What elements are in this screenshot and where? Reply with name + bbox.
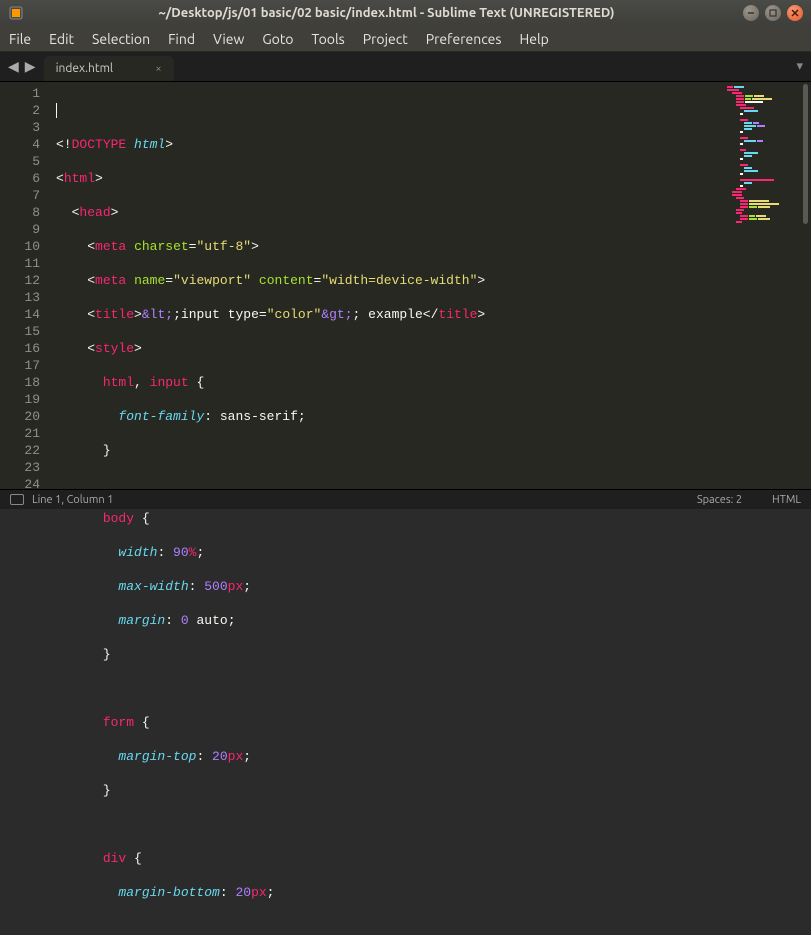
status-syntax[interactable]: HTML [772,494,801,506]
menu-find[interactable]: Find [159,31,204,47]
tab-forward-icon[interactable]: ▶ [23,56,38,77]
line-number: 22 [0,442,40,459]
line-number: 18 [0,374,40,391]
line-number: 13 [0,289,40,306]
text-cursor [56,103,57,118]
line-number: 3 [0,119,40,136]
menu-preferences[interactable]: Preferences [417,31,511,47]
app-icon [8,5,24,21]
tab-label: index.html [56,62,114,75]
line-number: 19 [0,391,40,408]
line-number: 12 [0,272,40,289]
line-number: 17 [0,357,40,374]
menu-view[interactable]: View [204,31,253,47]
tab-close-icon[interactable]: × [155,63,161,75]
tab-back-icon[interactable]: ◀ [6,56,21,77]
line-number: 10 [0,238,40,255]
code-area[interactable]: <!DOCTYPE html> <html> <head> <meta char… [50,82,721,489]
line-number: 4 [0,136,40,153]
tab-index-html[interactable]: index.html × [44,56,174,81]
menu-goto[interactable]: Goto [253,31,302,47]
menu-tools[interactable]: Tools [303,31,354,47]
line-number: 5 [0,153,40,170]
line-number-gutter: 1 2 3 4 5 6 7 8 9 10 11 12 13 14 15 16 1… [0,82,50,489]
maximize-button[interactable] [765,5,781,21]
line-number: 23 [0,459,40,476]
line-number: 15 [0,323,40,340]
minimap[interactable] [721,82,811,489]
minimize-button[interactable] [743,5,759,21]
window-titlebar: ~/Desktop/js/01 basic/02 basic/index.htm… [0,0,811,26]
line-number: 2 [0,102,40,119]
line-number: 6 [0,170,40,187]
line-number: 11 [0,255,40,272]
menubar: File Edit Selection Find View Goto Tools… [0,26,811,52]
line-number: 20 [0,408,40,425]
window-controls [743,5,803,21]
tabbar: ◀ ▶ index.html × ▾ [0,52,811,82]
menu-project[interactable]: Project [354,31,417,47]
menu-selection[interactable]: Selection [83,31,159,47]
line-number: 1 [0,85,40,102]
line-number: 16 [0,340,40,357]
menu-edit[interactable]: Edit [40,31,83,47]
tab-nav: ◀ ▶ [0,52,44,81]
line-number: 21 [0,425,40,442]
menu-file[interactable]: File [0,31,40,47]
line-number: 14 [0,306,40,323]
window-title: ~/Desktop/js/01 basic/02 basic/index.htm… [30,6,743,20]
menu-help[interactable]: Help [510,31,557,47]
line-number: 7 [0,187,40,204]
scrollbar[interactable] [803,84,808,224]
console-icon[interactable] [10,494,24,505]
line-number: 9 [0,221,40,238]
close-button[interactable] [787,5,803,21]
line-number: 8 [0,204,40,221]
line-number: 24 [0,476,40,493]
editor: 1 2 3 4 5 6 7 8 9 10 11 12 13 14 15 16 1… [0,82,811,489]
tabbar-menu-icon[interactable]: ▾ [796,52,811,81]
